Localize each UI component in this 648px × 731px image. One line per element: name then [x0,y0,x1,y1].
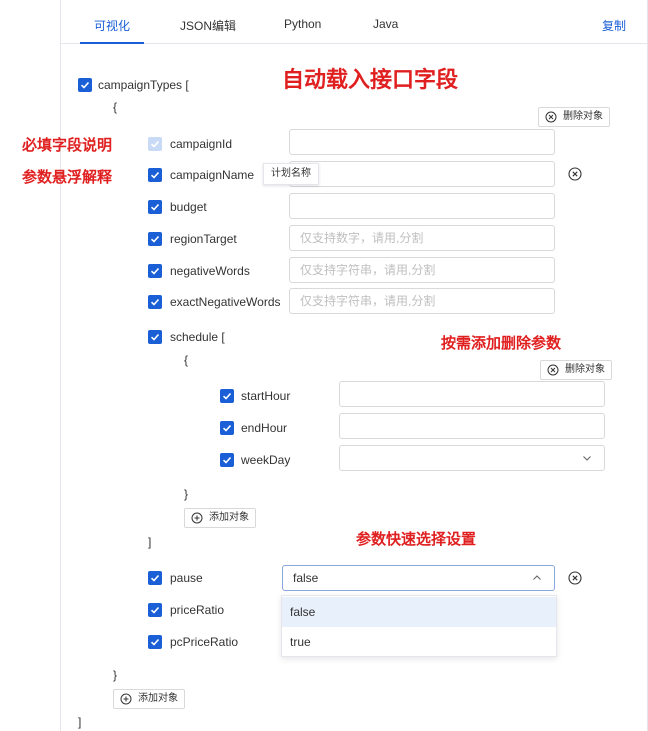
option-true[interactable]: true [282,627,556,657]
campaign-types-checkbox[interactable] [78,78,92,92]
campaign-name-label: campaignName [170,168,255,182]
start-hour-label: startHour [241,389,291,403]
add-object-button[interactable]: 添加对象 [113,689,185,709]
check-icon [150,267,160,275]
check-icon [150,638,160,646]
pause-select[interactable]: false [282,565,555,591]
annotation-required-desc: 必填字段说明 [22,136,113,154]
open-brace: { [113,100,118,114]
check-icon [222,392,232,400]
annotation-auto-load: 自动载入接口字段 [282,68,459,93]
remove-field-icon[interactable] [568,571,582,585]
region-target-checkbox[interactable] [148,232,162,246]
price-ratio-checkbox[interactable] [148,603,162,617]
negative-words-input[interactable]: 仅支持字符串，请用,分割 [289,257,555,283]
tab-json-edit[interactable]: JSON编辑 [180,17,236,34]
week-day-label: weekDay [241,453,291,467]
exact-negative-words-label: exactNegativeWords [170,295,281,309]
check-icon [80,81,90,89]
check-icon [222,456,232,464]
end-hour-input[interactable] [339,413,605,439]
check-icon [150,606,160,614]
annotation-add-remove: 按需添加删除参数 [441,334,562,352]
campaign-id-label: campaignId [170,137,233,151]
region-target-input[interactable]: 仅支持数字，请用,分割 [289,225,555,251]
pc-price-ratio-label: pcPriceRatio [170,635,239,649]
check-icon [150,171,160,179]
pc-price-ratio-checkbox[interactable] [148,635,162,649]
exact-negative-words-checkbox[interactable] [148,295,162,309]
region-target-label: regionTarget [170,232,237,246]
negative-words-checkbox[interactable] [148,264,162,278]
pause-checkbox[interactable] [148,571,162,585]
campaign-id-input[interactable] [289,129,555,155]
schedule-label: schedule [ [170,330,225,344]
budget-label: budget [170,200,207,214]
circle-plus-icon [120,693,132,705]
copy-button[interactable]: 复制 [602,17,626,34]
week-day-select[interactable] [339,445,605,471]
tab-python[interactable]: Python [284,17,321,31]
close-brace: } [113,668,118,682]
end-hour-label: endHour [241,421,288,435]
chevron-down-icon [583,456,591,461]
start-hour-checkbox[interactable] [220,389,234,403]
delete-object-label: 删除对象 [565,364,605,375]
circle-close-icon [545,111,557,123]
tab-bar: 可视化 JSON编辑 Python Java 复制 [60,0,648,44]
delete-object-label: 删除对象 [563,111,603,122]
campaign-id-checkbox [148,137,162,151]
campaign-name-input[interactable] [289,161,555,187]
budget-input[interactable] [289,193,555,219]
pause-dropdown: false true [281,595,557,657]
schedule-checkbox[interactable] [148,330,162,344]
circle-close-icon [547,364,559,376]
schedule-add-object-button[interactable]: 添加对象 [184,508,256,528]
delete-object-button[interactable]: 删除对象 [538,107,610,127]
schedule-close-bracket: ] [148,535,152,549]
annotation-hover-explain: 参数悬浮解释 [22,168,113,186]
tab-java[interactable]: Java [373,17,398,31]
check-icon [150,140,160,148]
check-icon [150,203,160,211]
chevron-up-icon [533,575,541,580]
tab-visual[interactable]: 可视化 [94,17,130,34]
check-icon [150,298,160,306]
option-false[interactable]: false [282,597,556,627]
price-ratio-label: priceRatio [170,603,225,617]
remove-field-icon[interactable] [568,167,582,181]
budget-checkbox[interactable] [148,200,162,214]
negative-words-label: negativeWords [170,264,250,278]
check-icon [150,235,160,243]
campaign-types-label: campaignTypes [ [98,78,189,92]
pause-label: pause [170,571,203,585]
add-object-label: 添加对象 [138,693,178,704]
week-day-checkbox[interactable] [220,453,234,467]
schedule-close-brace: } [184,487,189,501]
start-hour-input[interactable] [339,381,605,407]
campaign-name-checkbox[interactable] [148,168,162,182]
schedule-open-brace: { [184,353,189,367]
campaign-name-tooltip: 计划名称 [263,163,319,185]
schedule-delete-object-button[interactable]: 删除对象 [540,360,612,380]
check-icon [150,333,160,341]
annotation-quick-select: 参数快速选择设置 [356,530,477,548]
add-object-label: 添加对象 [209,512,249,523]
close-bracket: ] [78,715,82,729]
exact-negative-words-input[interactable]: 仅支持字符串，请用,分割 [289,288,555,314]
end-hour-checkbox[interactable] [220,421,234,435]
active-tab-indicator [80,42,144,44]
check-icon [150,574,160,582]
check-icon [222,424,232,432]
circle-plus-icon [191,512,203,524]
